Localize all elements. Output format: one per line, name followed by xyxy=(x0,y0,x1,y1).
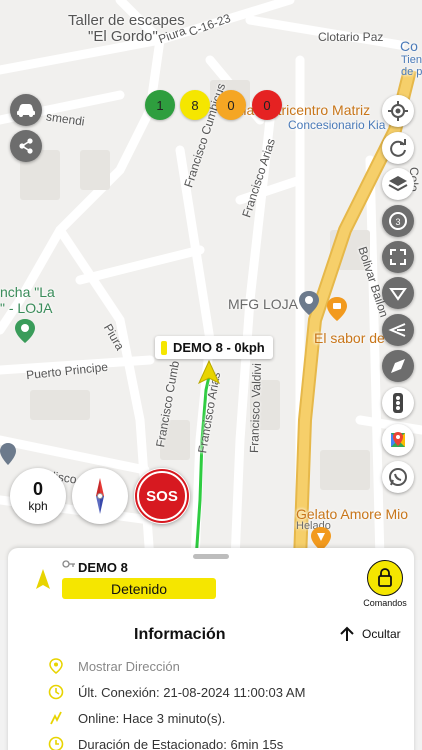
geofence-icon xyxy=(388,323,406,337)
compass[interactable] xyxy=(72,468,128,524)
geofence-button[interactable] xyxy=(382,314,414,346)
device-name: DEMO 8 xyxy=(78,560,128,575)
poi-label: " - LOJA xyxy=(0,300,53,316)
send-button[interactable] xyxy=(382,350,414,382)
navigation-icon xyxy=(389,288,407,301)
count-stopped-badge[interactable]: 8 xyxy=(180,90,210,120)
google-maps-button[interactable] xyxy=(382,424,414,456)
poi-label: "El Gordo" xyxy=(88,28,158,45)
vehicle-label-text: DEMO 8 - 0kph xyxy=(173,340,265,355)
show-address-link[interactable]: Mostrar Dirección xyxy=(48,658,180,674)
rocket-icon xyxy=(391,359,405,373)
route-button[interactable] xyxy=(382,277,414,309)
key-icon xyxy=(62,560,75,568)
vehicle-status-dot xyxy=(161,340,167,355)
vehicle-label[interactable]: DEMO 8 - 0kph xyxy=(155,336,273,359)
status-badge: Detenido xyxy=(62,578,216,599)
crosshair-icon xyxy=(388,101,408,121)
speed-value: 0 xyxy=(32,479,43,499)
park-pin-icon[interactable] xyxy=(14,318,36,344)
car-icon xyxy=(17,104,35,117)
poi-label: ncha "La xyxy=(0,284,55,300)
parked-duration-row: Duración de Estacionado: 6min 15s xyxy=(48,736,283,750)
count-moving-badge[interactable]: 1 xyxy=(145,90,175,120)
poi-label: Taller de escapes xyxy=(68,12,185,29)
speedometer: 0 kph xyxy=(10,468,66,524)
expand-icon xyxy=(390,249,406,265)
sheet-drag-handle[interactable] xyxy=(193,554,229,559)
show-address-label: Mostrar Dirección xyxy=(78,658,180,674)
info-sheet: DEMO 8 Detenido Comandos Información Ocu… xyxy=(8,548,414,750)
poi-label: MFG LOJA xyxy=(228,296,299,312)
refresh-icon xyxy=(390,139,406,157)
whatsapp-icon xyxy=(389,468,407,486)
last-connection-text: Últ. Conexión: 21-08-2024 11:00:03 AM xyxy=(78,684,306,700)
hide-button[interactable]: Ocultar xyxy=(340,626,401,642)
layers-button[interactable] xyxy=(382,168,414,200)
road-label: Clotario Paz xyxy=(318,30,384,44)
vehicle-list-button[interactable] xyxy=(10,94,42,126)
pin-icon[interactable] xyxy=(0,442,16,466)
speed-unit: kph xyxy=(28,499,48,513)
fit-bounds-button[interactable] xyxy=(382,241,414,273)
vehicle-marker-icon[interactable] xyxy=(198,360,220,384)
traffic-light-icon xyxy=(393,393,403,413)
poi-label: de p xyxy=(401,66,422,78)
count-offline-badge[interactable]: 0 xyxy=(252,90,282,120)
lock-icon xyxy=(378,568,392,587)
sos-label: SOS xyxy=(137,471,187,521)
online-text: Online: Hace 3 minuto(s). xyxy=(78,710,226,726)
poi-label: Co xyxy=(400,38,418,54)
clock-icon xyxy=(48,684,64,700)
online-row: Online: Hace 3 minuto(s). xyxy=(48,710,225,726)
history-button[interactable]: 3 xyxy=(382,205,414,237)
sos-button[interactable]: SOS xyxy=(134,468,190,524)
poi-label: Tien xyxy=(401,54,422,66)
map-view[interactable]: Taller de escapes "El Gordo" Piura C-16-… xyxy=(0,0,422,560)
info-title: Información xyxy=(134,626,226,643)
count-idle-badge[interactable]: 0 xyxy=(216,90,246,120)
share-button[interactable] xyxy=(10,130,42,162)
locate-button[interactable] xyxy=(382,95,414,127)
clock-3-icon: 3 xyxy=(389,212,407,230)
last-connection-row: Últ. Conexión: 21-08-2024 11:00:03 AM xyxy=(48,684,305,700)
timer-icon xyxy=(48,736,64,750)
svg-text:3: 3 xyxy=(395,217,400,227)
whatsapp-button[interactable] xyxy=(382,461,414,493)
location-pin-icon xyxy=(49,658,63,674)
compass-icon xyxy=(96,478,104,514)
parked-duration-text: Duración de Estacionado: 6min 15s xyxy=(78,736,284,750)
layers-icon xyxy=(388,176,408,192)
share-icon xyxy=(19,138,33,154)
hide-label: Ocultar xyxy=(362,627,401,641)
mfg-pin-icon[interactable] xyxy=(298,290,320,316)
poi-label: El sabor de xyxy=(314,330,385,346)
google-maps-icon xyxy=(391,432,405,447)
commands-label: Comandos xyxy=(363,598,407,608)
commands-button[interactable]: Comandos xyxy=(360,560,410,612)
vehicle-arrow-icon xyxy=(36,569,50,589)
arrow-up-icon xyxy=(340,626,354,641)
traffic-button[interactable] xyxy=(382,387,414,419)
refresh-button[interactable] xyxy=(382,132,414,164)
food-pin-icon[interactable] xyxy=(326,296,348,322)
poi-label: Concesionario Kia xyxy=(288,118,386,132)
signal-icon xyxy=(50,711,62,725)
